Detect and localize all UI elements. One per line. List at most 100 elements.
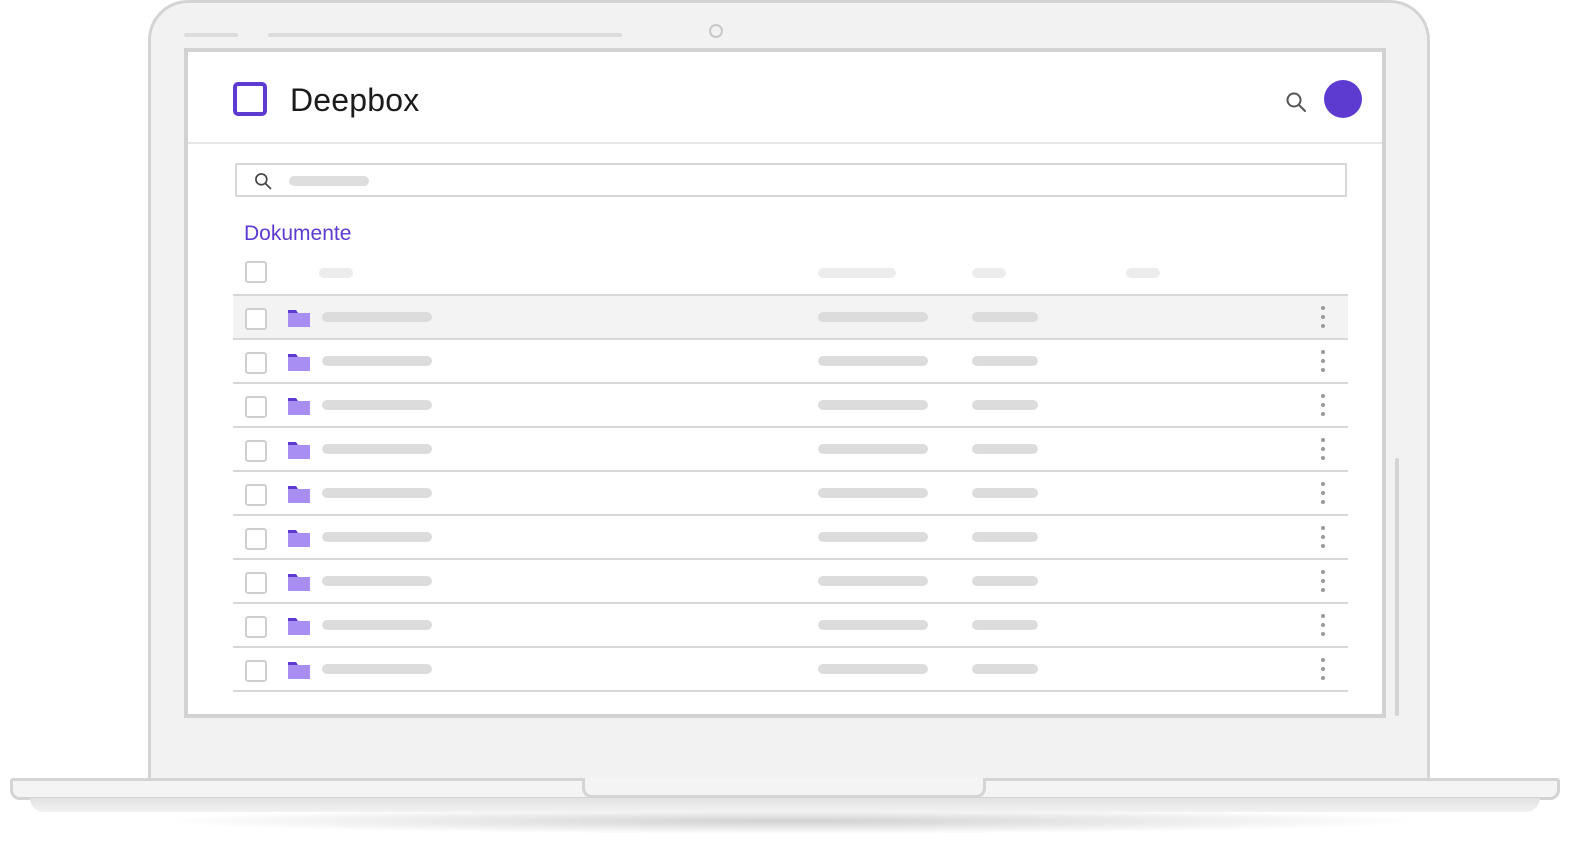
more-vertical-icon[interactable] — [1315, 524, 1331, 552]
table-header — [233, 252, 1348, 296]
row-size — [972, 356, 1038, 366]
select-all-checkbox[interactable] — [245, 261, 267, 283]
row-modified — [818, 400, 928, 410]
row-checkbox[interactable] — [245, 352, 267, 374]
folder-icon — [288, 662, 310, 679]
row-size — [972, 444, 1038, 454]
avatar[interactable] — [1324, 80, 1362, 118]
lid-side-line — [1395, 458, 1399, 716]
more-vertical-icon[interactable] — [1315, 348, 1331, 376]
more-dot — [1321, 658, 1325, 662]
folder-icon — [288, 354, 310, 371]
more-dot — [1321, 447, 1325, 451]
row-checkbox[interactable] — [245, 528, 267, 550]
more-vertical-icon[interactable] — [1315, 656, 1331, 684]
row-checkbox[interactable] — [245, 308, 267, 330]
row-checkbox[interactable] — [245, 616, 267, 638]
row-modified — [818, 356, 928, 366]
more-dot — [1321, 614, 1325, 618]
more-vertical-icon[interactable] — [1315, 612, 1331, 640]
search-input[interactable] — [235, 163, 1347, 197]
more-vertical-icon[interactable] — [1315, 568, 1331, 596]
more-dot — [1321, 491, 1325, 495]
documents-table — [233, 252, 1348, 692]
more-dot — [1321, 394, 1325, 398]
row-modified — [818, 620, 928, 630]
row-checkbox[interactable] — [245, 660, 267, 682]
folder-icon — [288, 618, 310, 635]
more-dot — [1321, 315, 1325, 319]
app-screen: Deepbox Dokumente — [184, 48, 1386, 718]
search-placeholder — [289, 176, 369, 186]
row-name — [322, 664, 432, 674]
more-dot — [1321, 676, 1325, 680]
more-dot — [1321, 570, 1325, 574]
more-dot — [1321, 526, 1325, 530]
row-name — [322, 400, 432, 410]
row-modified — [818, 532, 928, 542]
table-row[interactable] — [233, 516, 1348, 560]
row-name — [322, 312, 432, 322]
table-row[interactable] — [233, 560, 1348, 604]
table-row[interactable] — [233, 296, 1348, 340]
table-row[interactable] — [233, 340, 1348, 384]
more-vertical-icon[interactable] — [1315, 436, 1331, 464]
header-size[interactable] — [972, 268, 1006, 278]
row-size — [972, 312, 1038, 322]
folder-icon — [288, 442, 310, 459]
row-checkbox[interactable] — [245, 440, 267, 462]
folder-icon — [288, 486, 310, 503]
camera-icon — [709, 24, 723, 38]
laptop-mockup: Deepbox Dokumente — [0, 0, 1580, 854]
row-size — [972, 488, 1038, 498]
more-dot — [1321, 535, 1325, 539]
row-size — [972, 532, 1038, 542]
row-name — [322, 620, 432, 630]
table-row[interactable] — [233, 384, 1348, 428]
more-dot — [1321, 632, 1325, 636]
deepbox-logo-icon[interactable] — [233, 82, 267, 116]
more-dot — [1321, 623, 1325, 627]
laptop-notch — [582, 778, 986, 798]
more-dot — [1321, 350, 1325, 354]
row-checkbox[interactable] — [245, 572, 267, 594]
row-size — [972, 620, 1038, 630]
header-modified[interactable] — [818, 268, 896, 278]
row-checkbox[interactable] — [245, 484, 267, 506]
laptop-base-bottom — [30, 798, 1540, 812]
section-title: Dokumente — [244, 222, 352, 245]
row-modified — [818, 664, 928, 674]
more-dot — [1321, 324, 1325, 328]
row-name — [322, 488, 432, 498]
row-checkbox[interactable] — [245, 396, 267, 418]
more-dot — [1321, 667, 1325, 671]
table-row[interactable] — [233, 472, 1348, 516]
search-icon[interactable] — [1284, 90, 1308, 114]
folder-icon — [288, 530, 310, 547]
more-dot — [1321, 456, 1325, 460]
row-name — [322, 532, 432, 542]
row-size — [972, 664, 1038, 674]
table-row[interactable] — [233, 428, 1348, 472]
row-name — [322, 356, 432, 366]
search-icon — [255, 173, 272, 190]
lid-decoration-line — [184, 33, 238, 37]
table-row[interactable] — [233, 648, 1348, 692]
more-dot — [1321, 412, 1325, 416]
row-modified — [818, 488, 928, 498]
more-vertical-icon[interactable] — [1315, 480, 1331, 508]
header-name[interactable] — [319, 268, 353, 278]
folder-icon — [288, 574, 310, 591]
row-modified — [818, 312, 928, 322]
more-dot — [1321, 438, 1325, 442]
more-vertical-icon[interactable] — [1315, 304, 1331, 332]
table-row[interactable] — [233, 604, 1348, 648]
more-dot — [1321, 500, 1325, 504]
more-dot — [1321, 359, 1325, 363]
header-owner[interactable] — [1126, 268, 1160, 278]
row-name — [322, 444, 432, 454]
more-vertical-icon[interactable] — [1315, 392, 1331, 420]
brand-name[interactable]: Deepbox — [290, 80, 420, 120]
more-dot — [1321, 368, 1325, 372]
more-dot — [1321, 403, 1325, 407]
